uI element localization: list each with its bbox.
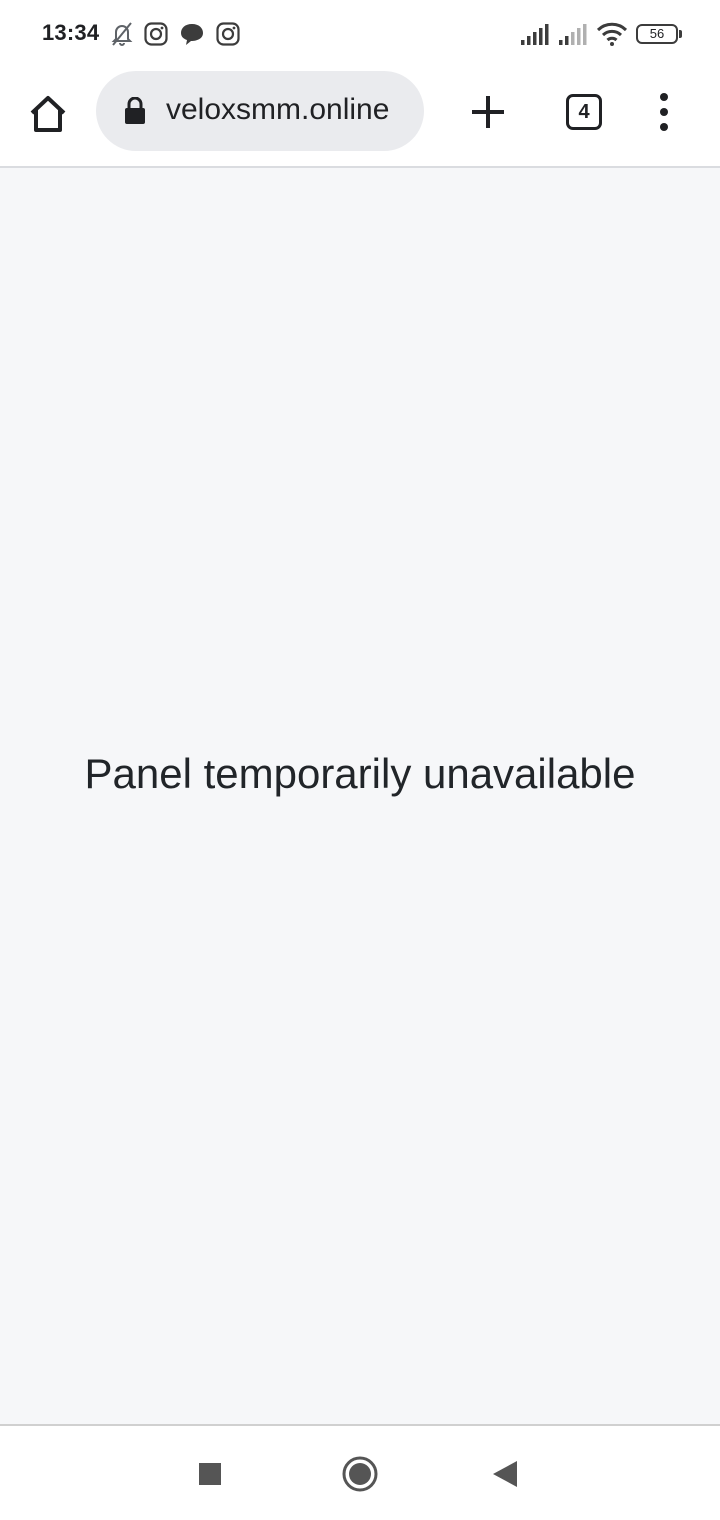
page-content: Panel temporarily unavailable [0, 168, 720, 1424]
battery-tip [679, 30, 682, 38]
status-time: 13:34 [42, 20, 100, 45]
more-vert-icon [660, 93, 668, 131]
back-button[interactable] [484, 1452, 528, 1496]
bell-muted-icon [110, 20, 134, 53]
recents-button[interactable] [188, 1452, 232, 1496]
chat-bubble-icon [180, 20, 204, 53]
back-triangle-icon [493, 1461, 517, 1487]
wifi-icon [596, 20, 628, 53]
more-menu-button[interactable] [648, 88, 680, 136]
new-tab-button[interactable] [464, 88, 512, 136]
instagram-icon [216, 20, 240, 53]
home-nav-button[interactable] [338, 1452, 382, 1496]
home-icon [30, 96, 66, 132]
system-nav-bar [0, 1424, 720, 1520]
status-bar: 13:34 56 [0, 0, 720, 68]
instagram-icon [144, 20, 168, 53]
home-circle-icon [342, 1456, 378, 1492]
signal-weak-icon [558, 20, 588, 53]
tab-switcher-button[interactable]: 4 [566, 94, 602, 130]
home-button[interactable] [20, 86, 76, 142]
screen: 13:34 56 veloxsmm.online 4 Panel tempora… [0, 0, 720, 1520]
lock-icon [124, 96, 146, 130]
recents-square-icon [199, 1463, 221, 1485]
address-bar[interactable]: veloxsmm.online [96, 71, 424, 151]
battery-indicator: 56 [636, 24, 678, 44]
browser-toolbar: veloxsmm.online 4 [0, 68, 720, 168]
plus-icon [472, 96, 504, 128]
url-text: veloxsmm.online [166, 93, 390, 126]
unavailable-message: Panel temporarily unavailable [84, 750, 636, 797]
signal-icon [520, 20, 550, 53]
